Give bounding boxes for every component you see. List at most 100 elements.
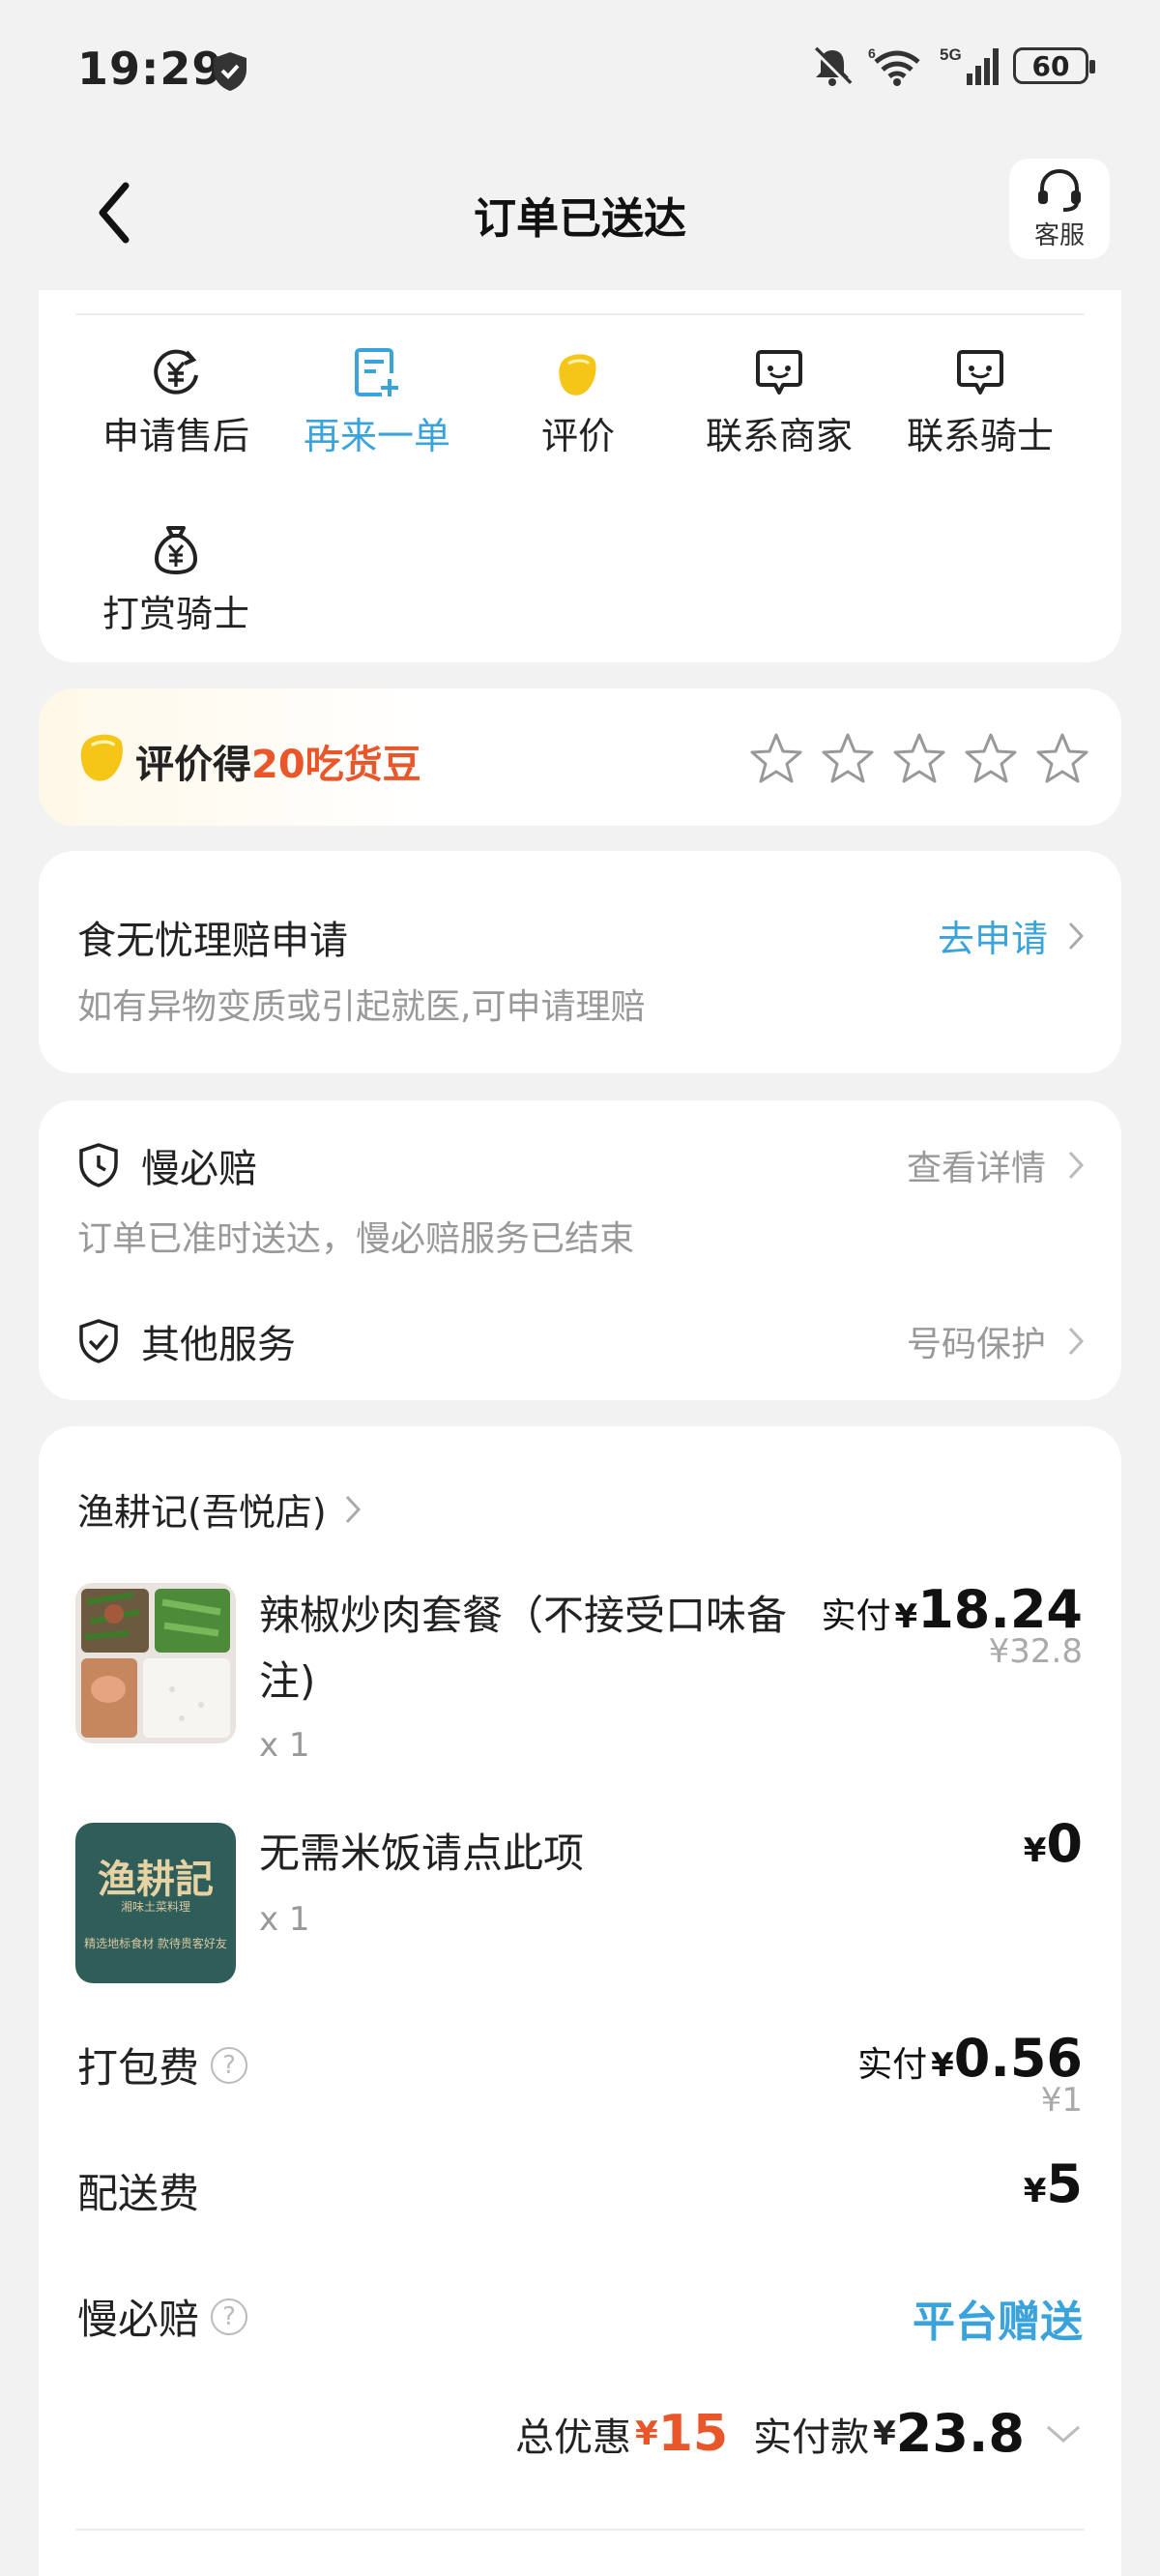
chevron-right-icon [1068, 1151, 1085, 1180]
reorder-button[interactable]: 再来一单 [280, 340, 474, 459]
product-quantity: x 1 [259, 1726, 310, 1765]
food-photo [75, 1583, 236, 1743]
packing-fee-label: 打包费 ? [77, 2035, 248, 2094]
services-card: 慢必赔 查看详情 订单已准时送达，慢必赔服务已结束 其他服务 号码保护 [39, 1100, 1121, 1400]
slow-compensation-fee-label: 慢必赔 ? [77, 2287, 248, 2346]
chat-icon [957, 350, 1003, 395]
number-protection-label: 号码保护 [906, 1325, 1046, 1364]
currency-symbol: ¥ [1023, 1831, 1047, 1870]
customer-service-button[interactable]: 客服 [1009, 159, 1110, 259]
product-image[interactable] [75, 1583, 236, 1743]
claim-title: 食无忧理赔申请 [77, 919, 348, 963]
food-safety-claim-card: 食无忧理赔申请 去申请 如有异物变质或引起就医,可申请理赔 [39, 851, 1121, 1073]
apply-after-sales-button[interactable]: 申请售后 [79, 340, 273, 459]
packing-fee-price: 实付 ¥0.56 ¥1 [857, 2028, 1083, 2120]
other-services-row[interactable]: 其他服务 号码保护 [77, 1313, 1087, 1369]
svg-text:6: 6 [868, 45, 876, 61]
bean-icon [80, 734, 123, 781]
apply-claim-link[interactable]: 去申请 [938, 909, 1087, 962]
action-label: 评价 [540, 415, 615, 457]
number-protection-link[interactable]: 号码保护 [907, 1316, 1087, 1366]
star-icon[interactable] [963, 731, 1019, 785]
review-reward-text: 评价得20吃货豆 [135, 733, 421, 789]
shield-status-icon [214, 52, 246, 91]
product-name: 无需米饭请点此项 [259, 1830, 585, 1877]
order-detail-card: 渔耕记(吾悦店) 辣椒炒肉套餐（不接受口味备注) x 1 实付 ¥18.24 ¥3… [39, 1426, 1121, 2576]
help-icon[interactable]: ? [211, 2298, 248, 2335]
slow-compensation-title: 慢必赔 [141, 1147, 257, 1191]
divider [75, 2529, 1085, 2531]
chevron-right-icon [1068, 922, 1085, 950]
battery-indicator: 60 [1013, 47, 1095, 84]
reorder-icon [355, 348, 398, 396]
signal-5g-icon: 5G [940, 45, 999, 85]
product-name: 辣椒炒肉套餐（不接受口味备注) [259, 1592, 788, 1705]
claim-subtitle: 如有异物变质或引起就医,可申请理赔 [77, 987, 646, 1027]
star-icon[interactable] [891, 731, 947, 785]
star-icon[interactable] [748, 731, 804, 785]
status-icons: 6 5G 60 [810, 44, 1095, 87]
nav-bar: 订单已送达 客服 [0, 145, 1160, 280]
svg-text:5G: 5G [940, 45, 962, 64]
money-bag-icon [154, 526, 198, 575]
logo-text: 渔耕記 [98, 1857, 214, 1902]
shop-name-link[interactable]: 渔耕记(吾悦店) [77, 1482, 363, 1536]
review-reward-amount: 20吃货豆 [251, 743, 421, 787]
chevron-right-icon [1068, 1327, 1085, 1356]
discount-amount: 15 [657, 2404, 729, 2463]
order-total-row[interactable]: 总优惠 ¥ 15 实付款 ¥ 23.8 [515, 2403, 1083, 2464]
customer-service-label: 客服 [1033, 220, 1085, 250]
check-shield-icon [79, 1319, 118, 1363]
help-icon[interactable]: ? [211, 2046, 248, 2084]
slow-compensation-subtitle: 订单已准时送达，慢必赔服务已结束 [77, 1219, 635, 1259]
slow-compensation-fee-text: 慢必赔 [77, 2296, 200, 2343]
currency-symbol: ¥ [894, 1597, 918, 1636]
view-details-label: 查看详情 [906, 1149, 1046, 1188]
chevron-down-icon [1047, 2425, 1080, 2443]
currency-symbol: ¥ [1023, 2172, 1047, 2210]
action-label: 申请售后 [102, 415, 249, 457]
slow-compensation-row[interactable]: 慢必赔 查看详情 [77, 1137, 1087, 1193]
contact-merchant-button[interactable]: 联系商家 [682, 340, 876, 459]
paid-price: 18.24 [917, 1579, 1083, 1640]
discount-label: 总优惠 [515, 2415, 632, 2460]
headset-icon [1038, 168, 1081, 212]
page-title: 订单已送达 [474, 194, 686, 244]
packing-fee-text: 打包费 [77, 2044, 200, 2092]
logo-slogan: 精选地标食材 款待贵客好友 [84, 1937, 227, 1950]
clock-shield-icon [79, 1143, 118, 1187]
star-icon[interactable] [820, 731, 876, 785]
contact-rider-button[interactable]: 联系骑士 [884, 340, 1077, 459]
paid-price: 0 [1046, 1813, 1083, 1874]
mute-bell-icon [812, 46, 853, 87]
review-button[interactable]: 评价 [481, 340, 675, 459]
slow-compensation-value: 平台赠送 [913, 2287, 1083, 2349]
star-icon[interactable] [1034, 731, 1090, 785]
product-image[interactable]: 渔耕記 湘味土菜料理 精选地标食材 款待贵客好友 [75, 1823, 236, 1983]
paid-price: 0.56 [953, 2028, 1083, 2089]
action-label: 打赏骑士 [102, 593, 249, 635]
paid-total-label: 实付款 [753, 2415, 870, 2460]
paid-price: 5 [1046, 2153, 1083, 2214]
tip-rider-button[interactable]: 打赏骑士 [79, 518, 273, 637]
paid-total-currency: ¥ [873, 2414, 896, 2453]
rating-stars[interactable] [748, 731, 1090, 785]
platform-gift-text: 平台赠送 [913, 2298, 1083, 2347]
status-bar: 19:29 6 5G 60 [0, 0, 1160, 140]
delivery-fee-label: 配送费 [77, 2161, 199, 2220]
order-actions-card: 申请售后 再来一单 评价 联系商家 联系骑士 打赏骑士 [39, 290, 1121, 662]
view-details-link[interactable]: 查看详情 [907, 1140, 1087, 1190]
paid-label: 实付 [821, 1596, 891, 1636]
delivery-fee-price: ¥5 [1024, 2153, 1083, 2214]
review-reward-card[interactable]: 评价得20吃货豆 [39, 688, 1121, 826]
chevron-right-icon [345, 1495, 361, 1523]
action-label: 联系骑士 [906, 415, 1054, 457]
delivery-fee-text: 配送费 [77, 2170, 200, 2217]
apply-claim-label: 去申请 [937, 918, 1048, 960]
currency-symbol: ¥ [931, 2046, 954, 2085]
action-label: 联系商家 [705, 415, 853, 457]
review-prefix: 评价得 [135, 743, 251, 787]
wifi-icon: 6 [868, 45, 920, 86]
discount-currency: ¥ [635, 2414, 658, 2453]
product-price: 实付 ¥18.24 ¥32.8 [822, 1579, 1084, 1671]
